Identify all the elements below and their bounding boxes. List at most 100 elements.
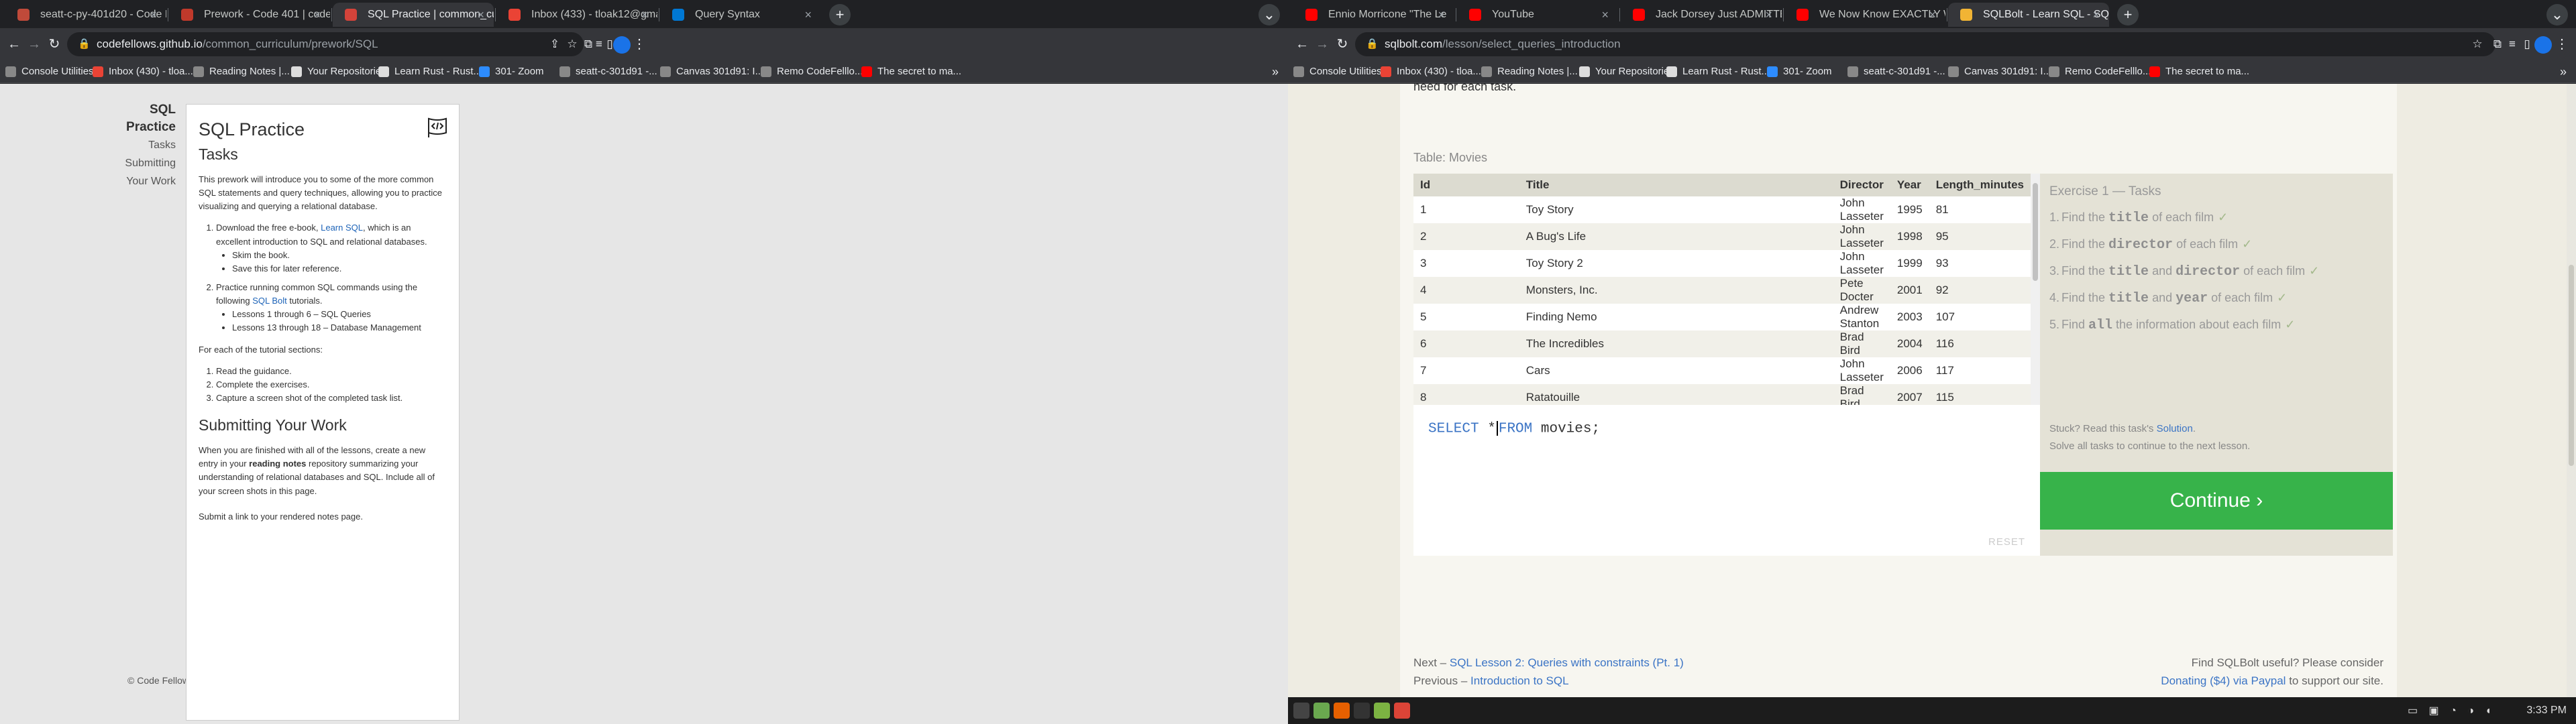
sidenav-item-submitting[interactable]: Submitting Your Work — [101, 154, 176, 190]
chrome-icon[interactable] — [1394, 703, 1410, 719]
bookmark-item[interactable]: Reading Notes |... — [1481, 60, 1578, 83]
tab-close-icon[interactable]: × — [1929, 3, 1936, 27]
browser-tab[interactable]: Prework - Code 401 | code-40× — [169, 3, 330, 27]
bookmark-item[interactable]: seatt-c-301d91 -... — [1847, 60, 1945, 83]
new-tab-button[interactable]: + — [2117, 4, 2139, 25]
browser-tab[interactable]: Ennio Morricone "The Le × — [1293, 3, 1454, 27]
movies-table-container[interactable]: Id Title Director Year Length_minutes 1 Toy S… — [1413, 174, 2031, 405]
bookmark-item[interactable]: Remo CodeFelllo... — [761, 60, 863, 83]
bookmark-item[interactable]: Console Utilities... — [5, 60, 102, 83]
bookmarks-overflow-icon[interactable]: » — [2560, 60, 2567, 83]
menu-icon[interactable]: ⋮ — [2553, 36, 2571, 52]
bookmark-item[interactable]: Console Utilities... — [1293, 60, 1390, 83]
bookmark-item[interactable]: 301- Zoom — [1767, 60, 1832, 83]
learn-sql-link[interactable]: Learn SQL — [321, 223, 363, 233]
task-text: Find the — [2061, 210, 2109, 224]
browser-tab[interactable]: SQLBolt - Learn SQL - SQL Le× — [1948, 3, 2109, 27]
page-content: need for each task. Table: Movies Id Titl… — [1288, 84, 2576, 724]
tab-close-icon[interactable]: × — [150, 3, 157, 27]
bookmark-star-icon[interactable]: ☆ — [2469, 36, 2486, 52]
browser-tab[interactable]: Inbox (433) - tloak12@gmail.c× — [496, 3, 657, 27]
bookmark-item[interactable]: Your Repositories — [1579, 60, 1674, 83]
files-icon[interactable] — [1313, 703, 1330, 719]
browser-tab[interactable]: YouTube × — [1457, 3, 1618, 27]
system-tray[interactable]: ▭ ▣ ◔ ◑ ◖ — [2408, 704, 2496, 717]
profile-avatar[interactable] — [2534, 36, 2552, 54]
bookmark-item[interactable]: Reading Notes |... — [193, 60, 290, 83]
sql-query-editor[interactable]: SELECT * FROM movies; RESET — [1413, 405, 2040, 556]
profile-avatar[interactable] — [613, 36, 631, 54]
tab-separator — [331, 8, 332, 21]
reload-icon[interactable]: ↻ — [46, 36, 63, 52]
bookmark-item[interactable]: Canvas 301d91: I... — [660, 60, 763, 83]
table-header-row: Id Title Director Year Length_minutes — [1413, 174, 2031, 196]
donate-link[interactable]: Donating ($4) via Paypal — [2161, 674, 2286, 687]
tab-title: Prework - Code 401 | code-40 — [204, 9, 330, 20]
browser-tab[interactable]: SQL Practice | common_curric× — [333, 3, 494, 27]
bookmark-item[interactable]: seatt-c-301d91 -... — [559, 60, 657, 83]
bookmark-favicon-icon — [1481, 66, 1492, 77]
bookmark-star-icon[interactable]: ☆ — [564, 36, 581, 52]
bookmark-item[interactable]: Remo CodeFelllo... — [2049, 60, 2151, 83]
previous-lesson-link[interactable]: Introduction to SQL — [1470, 674, 1568, 687]
tab-separator — [1619, 8, 1620, 21]
table-cell: Toy Story 2 — [1525, 257, 1583, 269]
continue-button[interactable]: Continue › — [2040, 472, 2393, 530]
forward-icon[interactable]: → — [25, 36, 43, 52]
back-icon[interactable]: ← — [1293, 36, 1311, 52]
bookmark-item[interactable]: Inbox (430) - tloa... — [93, 60, 193, 83]
new-tab-button[interactable]: + — [829, 4, 851, 25]
sql-bolt-link[interactable]: SQL Bolt — [252, 296, 287, 306]
browser-tab[interactable]: Jack Dorsey Just ADMITTED × — [1621, 3, 1782, 27]
tab-search-button[interactable]: ⌄ — [1258, 4, 1280, 25]
tab-favicon-icon — [508, 9, 521, 21]
table-cell: 7 — [1420, 364, 1427, 377]
bookmark-favicon-icon — [5, 66, 16, 77]
scrollbar-thumb[interactable] — [2033, 183, 2038, 281]
sidenav-title[interactable]: SQL Practice — [101, 101, 176, 136]
browser-tab[interactable]: We Now Know EXACTLY Wha× — [1784, 3, 1945, 27]
menu-icon[interactable]: ⋮ — [631, 36, 648, 52]
side-panel-icon[interactable]: ▯ — [2518, 36, 2536, 52]
clock[interactable]: 3:33 PM — [2526, 697, 2567, 724]
tab-close-icon[interactable]: × — [477, 3, 484, 27]
reset-button[interactable]: RESET — [1988, 536, 2025, 548]
address-bar[interactable]: 🔒 codefellows.github.io/common_curriculu… — [67, 32, 584, 56]
solution-link[interactable]: Solution — [2157, 423, 2193, 434]
bookmark-favicon-icon — [93, 66, 103, 77]
tab-search-button[interactable]: ⌄ — [2546, 4, 2568, 25]
page-scrollbar-thumb[interactable] — [2569, 265, 2574, 466]
bookmark-item[interactable]: Canvas 301d91: I... — [1948, 60, 2051, 83]
bookmark-label: Inbox (430) - tloa... — [109, 66, 193, 77]
menu-icon[interactable] — [1293, 703, 1309, 719]
tab-close-icon[interactable]: × — [1765, 3, 1772, 27]
tab-close-icon[interactable]: × — [641, 3, 648, 27]
tab-close-icon[interactable]: × — [804, 3, 812, 27]
bookmark-item[interactable]: Learn Rust - Rust... — [378, 60, 482, 83]
forward-icon[interactable]: → — [1313, 36, 1331, 52]
terminal-icon[interactable] — [1354, 703, 1370, 719]
browser-tab[interactable]: seatt-c-py-401d20 - Code Fello× — [5, 3, 166, 27]
folder-icon[interactable] — [1374, 703, 1390, 719]
tab-close-icon[interactable]: × — [1601, 3, 1609, 27]
reload-icon[interactable]: ↻ — [1334, 36, 1351, 52]
next-lesson-link[interactable]: SQL Lesson 2: Queries with constraints (… — [1450, 656, 1684, 669]
table-scrollbar[interactable] — [2031, 174, 2040, 405]
bookmarks-overflow-icon[interactable]: » — [1272, 60, 1279, 83]
browser-tab[interactable]: Query Syntax × — [660, 3, 821, 27]
back-icon[interactable]: ← — [5, 36, 23, 52]
tab-close-icon[interactable]: × — [2092, 3, 2100, 27]
address-bar[interactable]: 🔒 sqlbolt.com/lesson/select_queries_intr… — [1355, 32, 2496, 56]
bookmark-item[interactable]: 301- Zoom — [479, 60, 544, 83]
bookmark-item[interactable]: Your Repositories — [291, 60, 386, 83]
firefox-icon[interactable] — [1334, 703, 1350, 719]
share-icon[interactable]: ⇪ — [546, 36, 564, 52]
bookmark-item[interactable]: Learn Rust - Rust... — [1666, 60, 1770, 83]
sidenav-item-tasks[interactable]: Tasks — [101, 136, 176, 154]
bookmark-item[interactable]: The secret to ma... — [2149, 60, 2249, 83]
bookmark-item[interactable]: The secret to ma... — [861, 60, 961, 83]
tab-close-icon[interactable]: × — [313, 3, 321, 27]
page-scrollbar[interactable] — [2567, 84, 2576, 724]
tab-close-icon[interactable]: × — [1438, 3, 1445, 27]
bookmark-item[interactable]: Inbox (430) - tloa... — [1381, 60, 1481, 83]
